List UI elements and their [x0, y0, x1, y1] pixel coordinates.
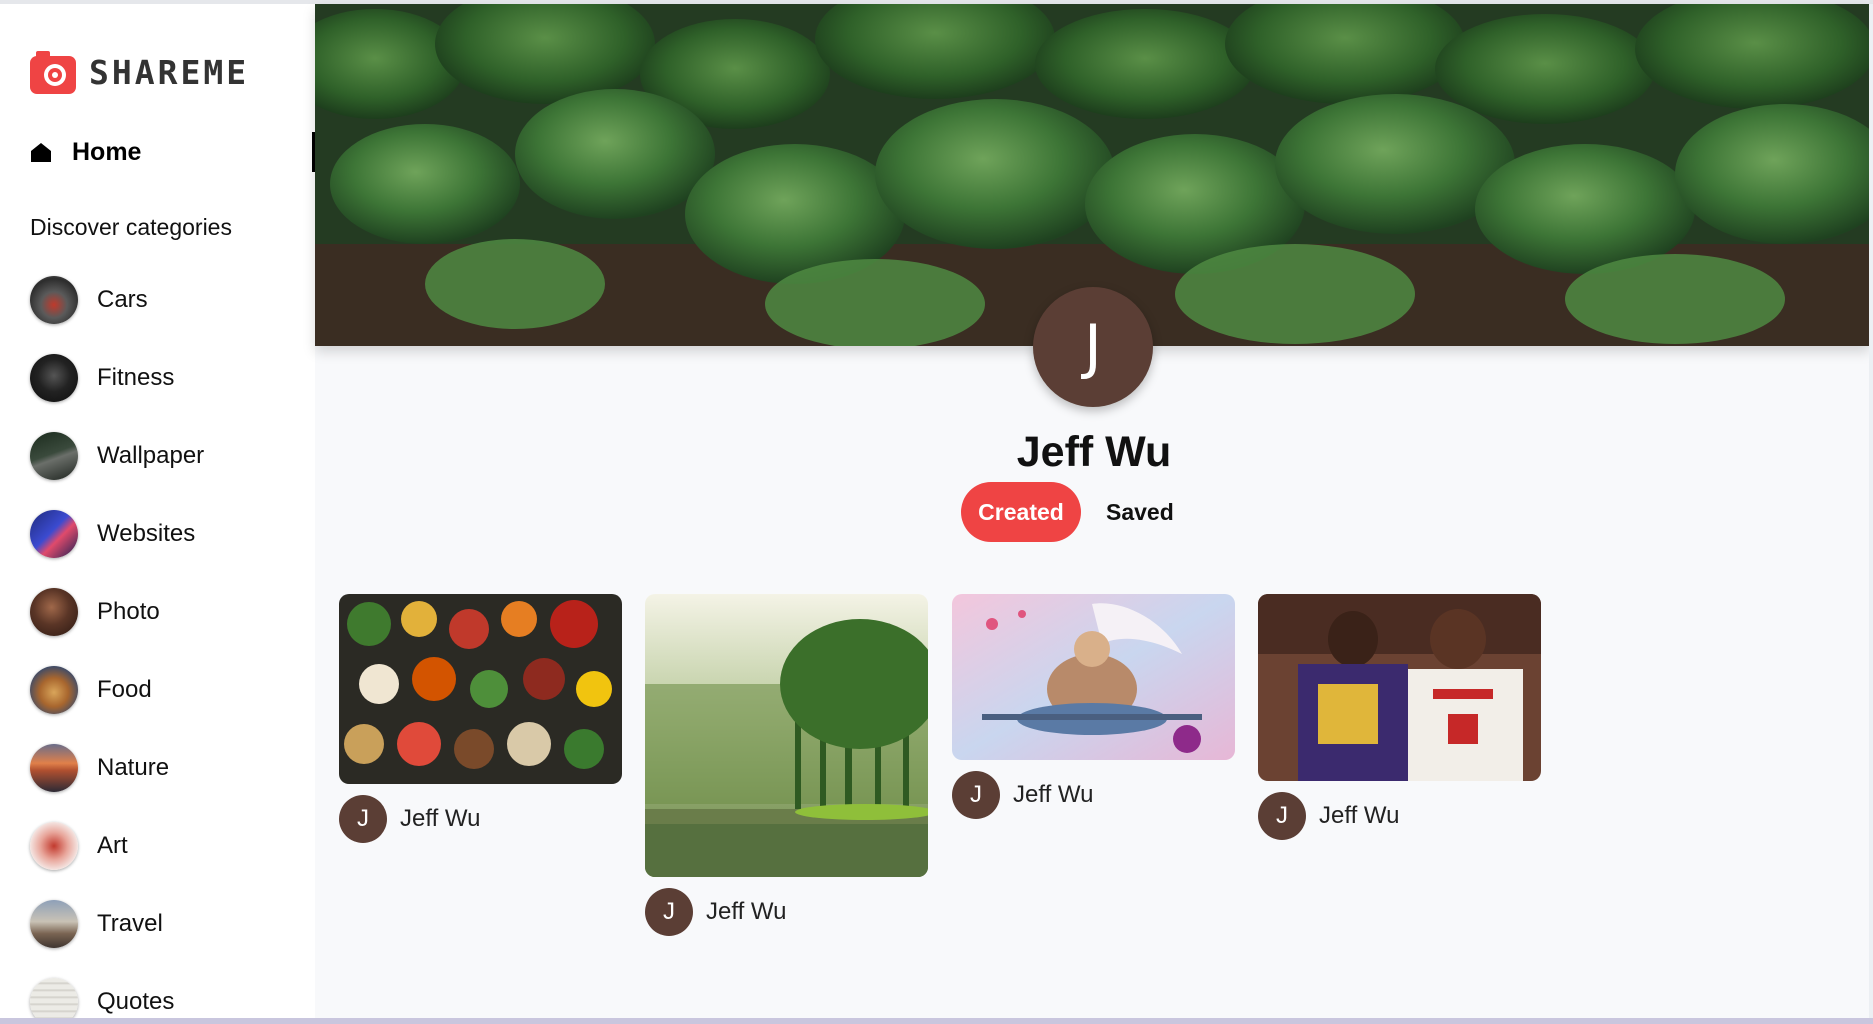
forest-lake-image[interactable] [645, 594, 928, 877]
author-name: Jeff Wu [706, 898, 787, 925]
vegetables-spread-image[interactable] [339, 594, 622, 784]
travel-thumbnail [30, 900, 78, 948]
home-icon [31, 143, 51, 162]
sidebar: SHAREME Home Discover categories Cars Fi… [0, 4, 315, 1022]
tab-created[interactable]: Created [961, 482, 1081, 542]
category-item-quotes[interactable]: Quotes [30, 978, 204, 1022]
food-thumbnail [30, 666, 78, 714]
logo-text: SHAREME [89, 52, 250, 92]
category-item-travel[interactable]: Travel [30, 900, 204, 948]
pin-card[interactable]: J Jeff Wu [1258, 594, 1541, 840]
category-item-cars[interactable]: Cars [30, 276, 204, 324]
tab-saved[interactable]: Saved [1106, 499, 1174, 526]
pin-card[interactable]: J Jeff Wu [645, 594, 928, 936]
logo[interactable]: SHAREME [29, 48, 249, 96]
category-label: Quotes [97, 988, 175, 1015]
author-avatar: J [645, 888, 693, 936]
author-avatar: J [952, 771, 1000, 819]
fitness-thumbnail [30, 354, 78, 402]
window-bottom-bar [0, 1018, 1873, 1024]
category-label: Wallpaper [97, 442, 205, 469]
author-name: Jeff Wu [1319, 802, 1400, 829]
category-item-nature[interactable]: Nature [30, 744, 204, 792]
category-label: Art [97, 832, 128, 859]
pin-author[interactable]: J Jeff Wu [645, 888, 928, 936]
discover-categories-heading: Discover categories [30, 214, 232, 240]
app-root: SHAREME Home Discover categories Cars Fi… [0, 0, 1873, 1024]
art-thumbnail [30, 822, 78, 870]
pin-author[interactable]: J Jeff Wu [952, 771, 1235, 819]
category-item-fitness[interactable]: Fitness [30, 354, 204, 402]
wallpaper-thumbnail [30, 432, 78, 480]
author-name: Jeff Wu [400, 805, 481, 832]
quotes-thumbnail [30, 978, 78, 1022]
pin-author[interactable]: J Jeff Wu [1258, 792, 1541, 840]
pin-author[interactable]: J Jeff Wu [339, 795, 622, 843]
profile-main: J Jeff Wu Created Saved J Jeff Wu J Jeff… [315, 4, 1873, 1022]
home-label: Home [72, 137, 142, 166]
cars-thumbnail [30, 276, 78, 324]
profile-name: Jeff Wu [1016, 428, 1172, 476]
category-item-food[interactable]: Food [30, 666, 204, 714]
nature-thumbnail [30, 744, 78, 792]
category-item-websites[interactable]: Websites [30, 510, 204, 558]
category-label: Websites [97, 520, 196, 547]
category-item-art[interactable]: Art [30, 822, 204, 870]
author-avatar: J [1258, 792, 1306, 840]
category-item-wallpaper[interactable]: Wallpaper [30, 432, 204, 480]
websites-thumbnail [30, 510, 78, 558]
window-right-edge [1869, 4, 1873, 1024]
category-list: Cars Fitness Wallpaper Websites Photo Fo… [30, 276, 204, 1022]
profile-tabs: Created Saved [961, 482, 1174, 542]
category-label: Cars [97, 286, 148, 313]
photo-thumbnail [30, 588, 78, 636]
author-avatar: J [339, 795, 387, 843]
category-item-photo[interactable]: Photo [30, 588, 204, 636]
category-label: Nature [97, 754, 170, 781]
category-label: Fitness [97, 364, 175, 391]
author-name: Jeff Wu [1013, 781, 1094, 808]
category-label: Food [97, 676, 152, 703]
pin-card[interactable]: J Jeff Wu [339, 594, 622, 843]
anime-warrior-art-image[interactable] [952, 594, 1235, 760]
camera-logo-icon [30, 51, 76, 94]
nav-home[interactable]: Home [30, 132, 315, 172]
profile-avatar: J [1033, 287, 1153, 407]
pin-card[interactable]: J Jeff Wu [952, 594, 1235, 819]
basketball-players-image[interactable] [1258, 594, 1541, 781]
category-label: Photo [97, 598, 160, 625]
category-label: Travel [97, 910, 163, 937]
